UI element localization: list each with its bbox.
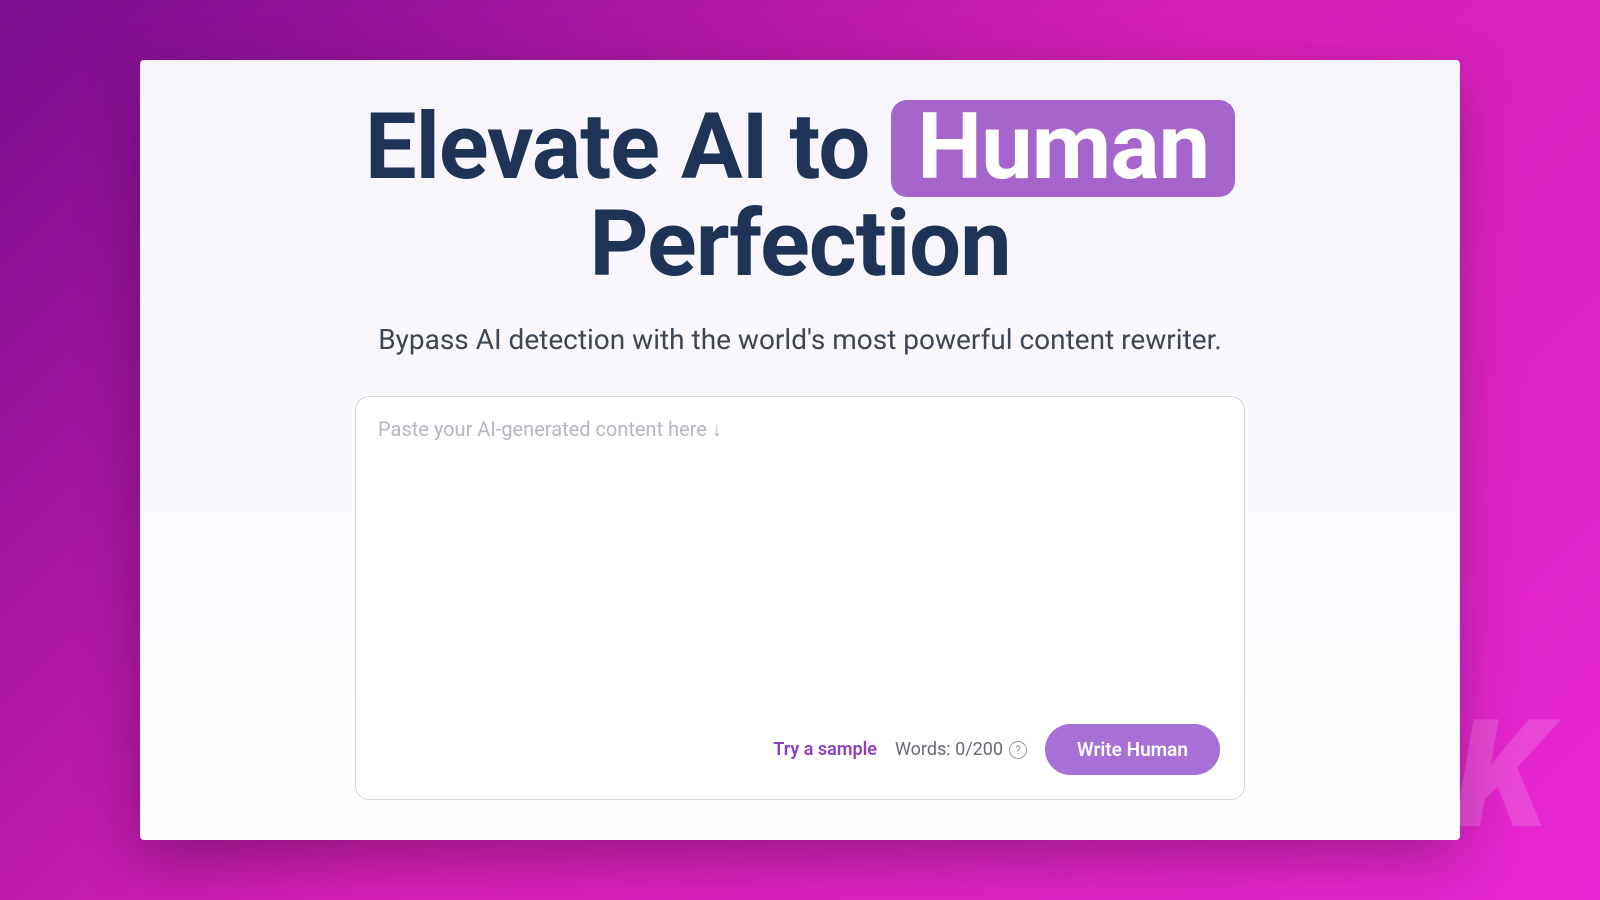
word-count-label: Words: 0/200 ? [895, 739, 1027, 760]
hero-card: Elevate AI to Human Perfection Bypass AI… [140, 60, 1460, 840]
headline-text-part2: Perfection [589, 191, 1010, 298]
content-input[interactable] [378, 417, 1222, 717]
help-icon[interactable]: ? [1009, 741, 1027, 759]
hero-headline: Elevate AI to Human Perfection [365, 100, 1235, 293]
headline-text-part1: Elevate AI to [365, 94, 869, 201]
word-count-text: Words: 0/200 [895, 739, 1003, 760]
try-sample-button[interactable]: Try a sample [773, 739, 877, 760]
headline-highlight: Human [891, 100, 1235, 197]
editor-footer: Try a sample Words: 0/200 ? Write Human [773, 724, 1220, 775]
hero-subtitle: Bypass AI detection with the world's mos… [378, 323, 1222, 356]
editor-container: Try a sample Words: 0/200 ? Write Human [355, 396, 1245, 800]
watermark-logo: K [1455, 700, 1540, 850]
write-human-button[interactable]: Write Human [1045, 724, 1220, 775]
